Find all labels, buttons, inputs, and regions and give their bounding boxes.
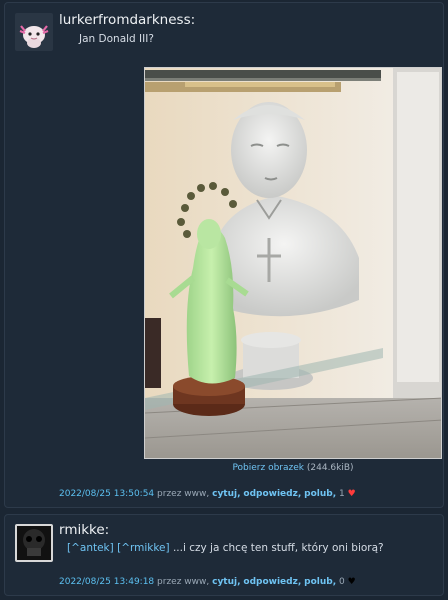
post-image[interactable]: [144, 67, 442, 459]
post-content: Jan Donald III?: [79, 33, 154, 45]
post-via: przez www,: [157, 489, 210, 499]
post-content: [^antek] [^rmikke] ...i czy ja chcę ten …: [67, 542, 384, 554]
image-caption: Pobierz obrazek (244.6kiB): [144, 463, 442, 473]
post: rmikke: [^antek] [^rmikke] ...i czy ja c…: [4, 514, 444, 596]
heart-icon: ♥: [347, 489, 356, 499]
post-author[interactable]: rmikke:: [59, 522, 109, 538]
post: lurkerfromdarkness: Jan Donald III? Pobi…: [4, 2, 444, 508]
reference-link-antek[interactable]: [^antek]: [67, 542, 114, 554]
like-link[interactable]: polub,: [304, 489, 336, 499]
post-date-link[interactable]: 2022/08/25 13:50:54: [59, 489, 154, 499]
heart-icon: ♥: [347, 577, 356, 587]
photo-statue-image: [145, 68, 441, 458]
quote-link[interactable]: cytuj,: [212, 489, 240, 499]
post-date-link[interactable]: 2022/08/25 13:49:18: [59, 577, 154, 587]
like-count: 1: [339, 489, 345, 499]
like-link[interactable]: polub,: [304, 577, 336, 587]
quote-link[interactable]: cytuj,: [212, 577, 240, 587]
axolotl-avatar-icon: [15, 13, 53, 51]
image-size: (244.6kiB): [306, 463, 354, 473]
post-via: przez www,: [157, 577, 210, 587]
reference-link-rmikke[interactable]: [^rmikke]: [117, 542, 170, 554]
avatar[interactable]: [15, 524, 53, 562]
reply-link[interactable]: odpowiedz,: [243, 489, 301, 499]
like-count: 0: [339, 577, 345, 587]
reply-link[interactable]: odpowiedz,: [243, 577, 301, 587]
post-text: ...i czy ja chcę ten stuff, który oni bi…: [172, 542, 384, 554]
skull-avatar-icon: [15, 524, 53, 562]
post-author[interactable]: lurkerfromdarkness:: [59, 12, 195, 28]
download-image-link[interactable]: Pobierz obrazek: [232, 463, 304, 473]
post-meta: 2022/08/25 13:49:18 przez www, cytuj, od…: [59, 577, 356, 587]
avatar[interactable]: [15, 13, 53, 51]
post-meta: 2022/08/25 13:50:54 przez www, cytuj, od…: [59, 489, 356, 499]
